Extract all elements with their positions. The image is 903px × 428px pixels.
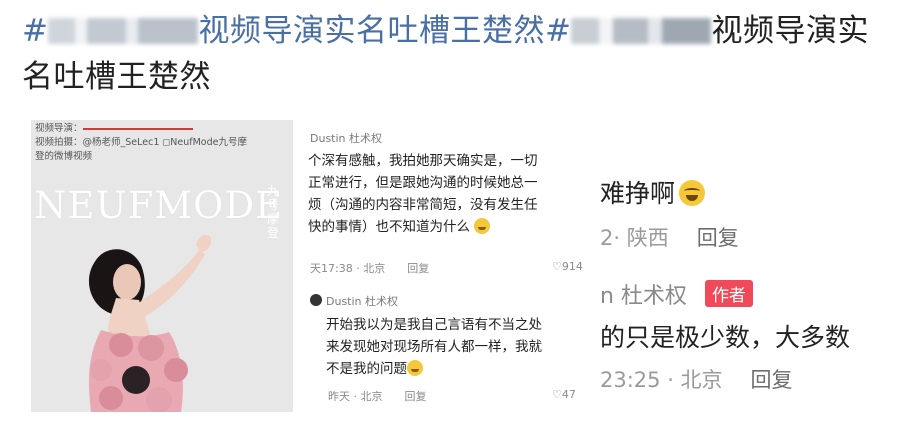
comment-author[interactable]: Dustin 杜术权 — [326, 293, 398, 309]
reply-button[interactable]: 回复 — [697, 226, 739, 250]
comment-line: 的只是极少数，大多数 — [600, 323, 851, 352]
comment-time: 23:25 · 北京 — [600, 368, 723, 392]
hash-symbol-1: # — [22, 13, 49, 49]
comment-line: 快的事情）也不知道为什么 — [308, 216, 598, 238]
hashtag-link-2[interactable]: # — [545, 13, 571, 49]
avatar[interactable] — [310, 294, 322, 306]
reply-button[interactable]: 回复 — [407, 262, 429, 275]
comment-line: 正常进行，但是跟她沟通的时候她总一 — [308, 175, 538, 191]
blurred-name-2 — [571, 18, 712, 44]
hash-symbol-2: # — [544, 13, 572, 49]
redline-mark — [82, 127, 193, 130]
hashtag-link-1[interactable]: # 视频导演实名吐槽王楚然 — [22, 13, 545, 49]
credit-director: 视频导演： — [35, 122, 247, 136]
comment-line: 开始我以为是我自己言语有不当之处 — [326, 317, 542, 333]
magazine-photo-panel[interactable]: 视频导演： 视频拍摄：@杨老师_SeLec1 ◻NeufMode九号摩 登的微博… — [31, 120, 293, 412]
model-photo — [88, 234, 212, 412]
reply-button[interactable]: 回复 — [751, 368, 793, 392]
crying-laugh-emoji-icon — [679, 180, 706, 206]
comment-time: 昨天 · 北京 — [328, 390, 383, 403]
comment-meta: 2· 陕西 回复 — [600, 222, 739, 252]
credits-block: 视频导演： 视频拍摄：@杨老师_SeLec1 ◻NeufMode九号摩 登的微博… — [35, 122, 247, 164]
zoomed-comment-panel: 难挣啊 2· 陕西 回复 n 杜术权 作者 的只是极少数，大多数 23:25 · 北… — [600, 150, 903, 420]
comment-meta: 昨天 · 北京 回复 — [328, 388, 427, 404]
comment-location: 2· 陕西 — [600, 226, 669, 250]
author-name[interactable]: n 杜术权 — [600, 284, 687, 309]
credit-photographer: 视频拍摄：@杨老师_SeLec1 ◻NeufMode九号摩 — [35, 137, 247, 148]
comment-meta: 天17:38 · 北京 回复 — [310, 260, 429, 276]
reply-button[interactable]: 回复 — [405, 390, 427, 403]
comment-line: 难挣啊 — [600, 174, 706, 210]
comment-author: n 杜术权 作者 — [600, 278, 753, 310]
blurred-name-1 — [48, 18, 199, 44]
comment-line: 来发现她对现场所有人都一样，我就 — [326, 339, 542, 355]
comment-meta: 23:25 · 北京 回复 — [600, 364, 793, 394]
comment-line: 烦（沟通的内容非常简短，没有发生任 — [308, 197, 538, 213]
emoji-icon — [407, 360, 423, 376]
hashtag-text-1: 视频导演实名吐槽王楚然 — [198, 13, 545, 49]
comment-line: 个深有感触，我拍她那天确实是，一切 — [308, 153, 538, 169]
comment-line: 不是我的问题 — [326, 358, 600, 380]
comment-author[interactable]: Dustin 杜术权 — [310, 130, 382, 146]
emoji-icon — [474, 218, 491, 234]
post-title: # 视频导演实名吐槽王楚然# 视频导演实名吐槽王楚然 — [22, 8, 892, 100]
comment-time: 天17:38 · 北京 — [310, 262, 386, 275]
comment-screenshot-panel: Dustin 杜术权 个深有感触，我拍她那天确实是，一切 正常进行，但是跟她沟通… — [300, 122, 600, 414]
credit-source: 登的微博视频 — [35, 151, 93, 162]
author-badge: 作者 — [704, 280, 753, 307]
like-count[interactable]: ♡47 — [552, 388, 576, 401]
like-count[interactable]: ♡914 — [552, 260, 583, 273]
